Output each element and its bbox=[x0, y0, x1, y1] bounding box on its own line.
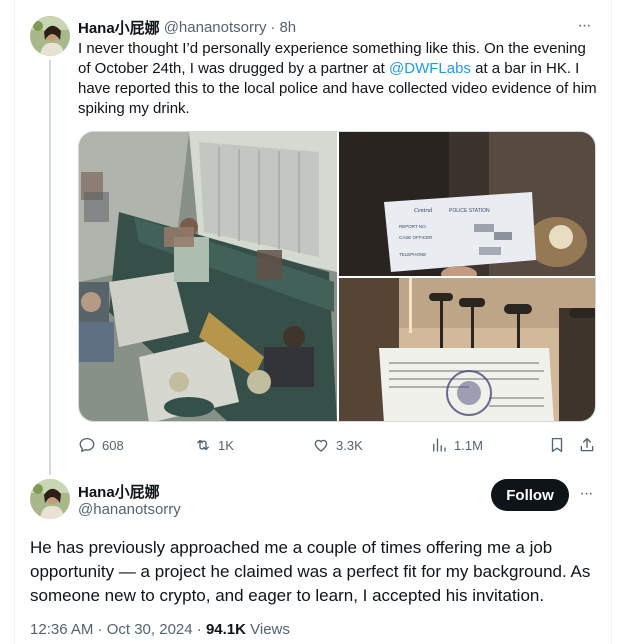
avatar[interactable] bbox=[30, 16, 70, 56]
bookmark-button[interactable] bbox=[548, 434, 572, 456]
share-icon bbox=[580, 437, 594, 452]
bookmark-icon bbox=[551, 437, 563, 453]
tweet-text: He has previously approached me a couple… bbox=[30, 538, 591, 605]
heart-icon bbox=[314, 439, 328, 452]
tweet-meta: 12:36 AM · Oct 30, 2024 · 94.1K Views bbox=[30, 621, 290, 638]
more-options-icon[interactable]: ··· bbox=[576, 484, 596, 504]
tweet-header: Hana小屁娜 @hananotsorry · 8h bbox=[78, 17, 296, 37]
tweet-timestamp[interactable]: 12:36 AM · Oct 30, 2024 bbox=[30, 621, 193, 638]
separator-dot: · bbox=[270, 18, 276, 36]
media-grid[interactable]: POLICE STATION Central REPORT NO. CASE O… bbox=[78, 131, 596, 422]
like-button[interactable]: 3.3K bbox=[312, 434, 363, 456]
reply-icon bbox=[79, 437, 95, 453]
reply-button[interactable]: 608 bbox=[78, 434, 124, 456]
views-label: Views bbox=[245, 621, 290, 638]
share-button[interactable] bbox=[578, 434, 602, 456]
card-row-1: REPORT NO. bbox=[399, 224, 427, 229]
tweet-text: I never thought I’d personally experienc… bbox=[78, 39, 598, 119]
reply-count: 608 bbox=[102, 437, 124, 453]
analytics-icon bbox=[433, 438, 446, 452]
repost-icon bbox=[197, 439, 209, 451]
media-cctv-image[interactable] bbox=[79, 132, 337, 421]
repost-count: 1K bbox=[218, 437, 234, 453]
views-count[interactable]: 94.1K bbox=[206, 621, 246, 638]
display-name[interactable]: Hana小屁娜 bbox=[78, 17, 160, 38]
display-name[interactable]: Hana小屁娜 bbox=[78, 481, 160, 502]
follow-button[interactable]: Follow bbox=[491, 479, 569, 511]
views-button[interactable]: 1.1M bbox=[430, 434, 483, 456]
media-police-card-image[interactable]: POLICE STATION Central REPORT NO. CASE O… bbox=[339, 132, 595, 276]
avatar[interactable] bbox=[30, 479, 70, 519]
like-count: 3.3K bbox=[336, 437, 363, 453]
tweet-action-bar: 608 1K 3.3K 1.1M bbox=[78, 434, 598, 456]
card-handwriting-text: Central bbox=[414, 208, 433, 214]
more-options-icon[interactable]: ··· bbox=[574, 16, 594, 36]
mention-link[interactable]: @DWFLabs bbox=[389, 60, 471, 77]
media-bar-receipt-image[interactable] bbox=[339, 278, 595, 421]
user-handle[interactable]: @hananotsorry bbox=[164, 19, 267, 36]
user-handle[interactable]: @hananotsorry bbox=[78, 501, 181, 518]
card-header-text: POLICE STATION bbox=[449, 208, 490, 214]
tweet-time[interactable]: 8h bbox=[279, 19, 296, 36]
views-count: 1.1M bbox=[454, 437, 483, 453]
card-row-3: TELEPHONE bbox=[399, 252, 426, 257]
thread-connector-line bbox=[49, 60, 51, 475]
separator-dot: · bbox=[192, 621, 206, 638]
repost-button[interactable]: 1K bbox=[194, 434, 234, 456]
card-row-2: CASE OFFICER bbox=[399, 235, 433, 240]
